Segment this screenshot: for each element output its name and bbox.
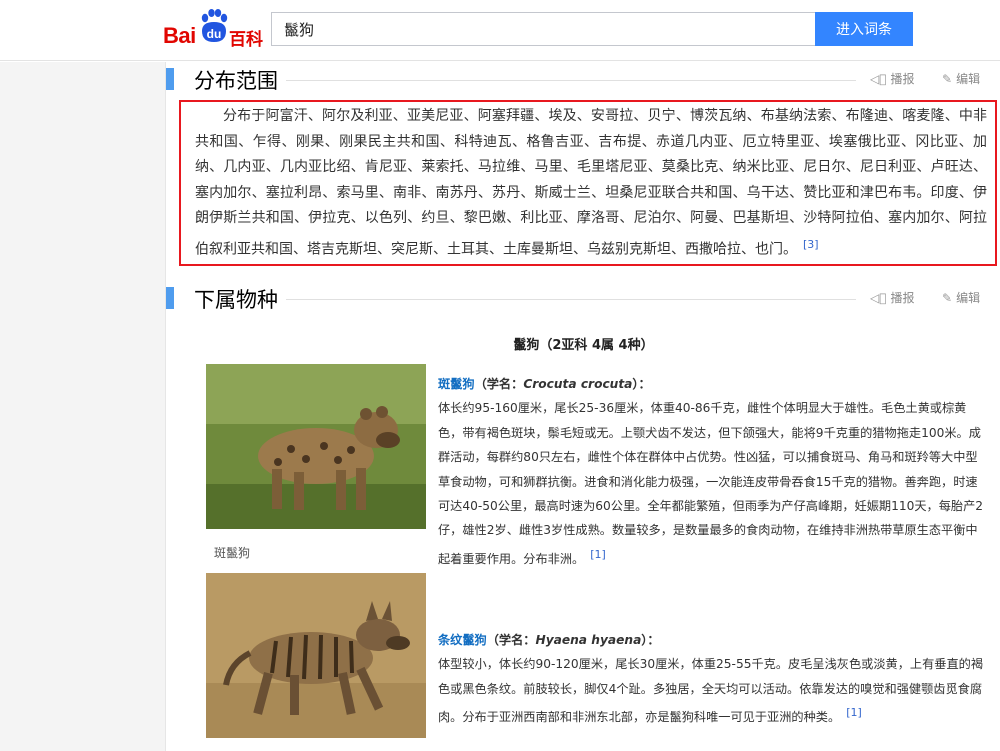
species-name-link[interactable]: 条纹鬣狗 bbox=[438, 633, 487, 647]
section-divider bbox=[286, 80, 856, 81]
section-heading-subspecies: 下属物种 ◁ͮ 播报 ✎ 编辑 bbox=[166, 284, 996, 314]
species-name-link[interactable]: 斑鬣狗 bbox=[438, 377, 475, 391]
species-entry-striped-hyena: 条纹鬣狗（学名：Hyaena hyaena）： 体型较小，体长约90-120厘米… bbox=[438, 628, 986, 730]
spotted-hyena-photo[interactable] bbox=[206, 364, 426, 529]
latin-prefix: （学名： bbox=[474, 377, 524, 391]
section-marker bbox=[166, 68, 174, 90]
distribution-text: 分布于阿富汗、阿尔及利亚、亚美尼亚、阿塞拜疆、埃及、安哥拉、贝宁、博茨瓦纳、布基… bbox=[195, 108, 987, 258]
broadcast-button[interactable]: ◁ͮ 播报 bbox=[870, 289, 914, 306]
section-title: 下属物种 bbox=[194, 288, 278, 312]
logo-bai-text: Bai bbox=[163, 23, 196, 48]
left-gutter bbox=[0, 62, 165, 751]
logo-baike-text: 百科 bbox=[229, 30, 263, 50]
latin-name: Crocuta crocuta bbox=[523, 377, 633, 391]
broadcast-label: 播报 bbox=[890, 72, 915, 86]
distribution-paragraph: 分布于阿富汗、阿尔及利亚、亚美尼亚、阿塞拜疆、埃及、安哥拉、贝宁、博茨瓦纳、布基… bbox=[195, 104, 987, 263]
species-description: 体型较小，体长约90-120厘米，尾长30厘米，体重25-55千克。皮毛呈浅灰色… bbox=[438, 657, 984, 725]
edit-label: 编辑 bbox=[956, 72, 981, 86]
spotted-hyena-image bbox=[206, 364, 426, 529]
logo-du-text: du bbox=[207, 27, 222, 41]
pencil-icon: ✎ bbox=[942, 72, 953, 86]
top-bar: Bai du 百科 进入词条 bbox=[0, 0, 1000, 61]
latin-suffix: ）： bbox=[632, 377, 651, 391]
baidu-baike-logo[interactable]: Bai du 百科 bbox=[163, 9, 267, 50]
speaker-icon: ◁ͮ bbox=[870, 72, 887, 86]
table-caption: 鬣狗（2亚科 4属 4种） bbox=[513, 338, 654, 353]
broadcast-label: 播报 bbox=[890, 291, 915, 305]
speaker-icon: ◁ͮ bbox=[870, 291, 887, 305]
paw-logo-icon: du bbox=[201, 9, 228, 42]
species-entry-spotted-hyena: 斑鬣狗（学名：Crocuta crocuta）： 体长约95-160厘米，尾长2… bbox=[438, 372, 986, 571]
photo-caption: 斑鬣狗 bbox=[214, 546, 251, 560]
search-input[interactable] bbox=[271, 12, 815, 46]
pencil-icon: ✎ bbox=[942, 291, 953, 305]
reference-link[interactable]: [1] bbox=[846, 706, 862, 719]
article-content: 分布范围 ◁ͮ 播报 ✎ 编辑 分布于阿富汗、阿尔及利亚、亚美尼亚、阿塞拜疆、埃及、… bbox=[165, 62, 1000, 751]
edit-label: 编辑 bbox=[956, 291, 981, 305]
section-title: 分布范围 bbox=[194, 69, 278, 93]
striped-hyena-image bbox=[206, 573, 426, 738]
reference-link[interactable]: [3] bbox=[803, 238, 819, 251]
edit-button[interactable]: ✎ 编辑 bbox=[942, 70, 980, 87]
broadcast-button[interactable]: ◁ͮ 播报 bbox=[870, 70, 914, 87]
edit-button[interactable]: ✎ 编辑 bbox=[942, 289, 980, 306]
section-marker bbox=[166, 287, 174, 309]
section-divider bbox=[286, 299, 856, 300]
latin-name: Hyaena hyaena bbox=[535, 633, 642, 647]
striped-hyena-photo[interactable] bbox=[206, 573, 426, 738]
species-description: 体长约95-160厘米，尾长25-36厘米，体重40-86千克，雌性个体明显大于… bbox=[438, 401, 984, 566]
section-heading-distribution: 分布范围 ◁ͮ 播报 ✎ 编辑 bbox=[166, 65, 996, 95]
latin-suffix: ）： bbox=[641, 633, 660, 647]
reference-link[interactable]: [1] bbox=[590, 548, 606, 561]
enter-entry-button[interactable]: 进入词条 bbox=[815, 12, 913, 46]
latin-prefix: （学名： bbox=[486, 633, 536, 647]
